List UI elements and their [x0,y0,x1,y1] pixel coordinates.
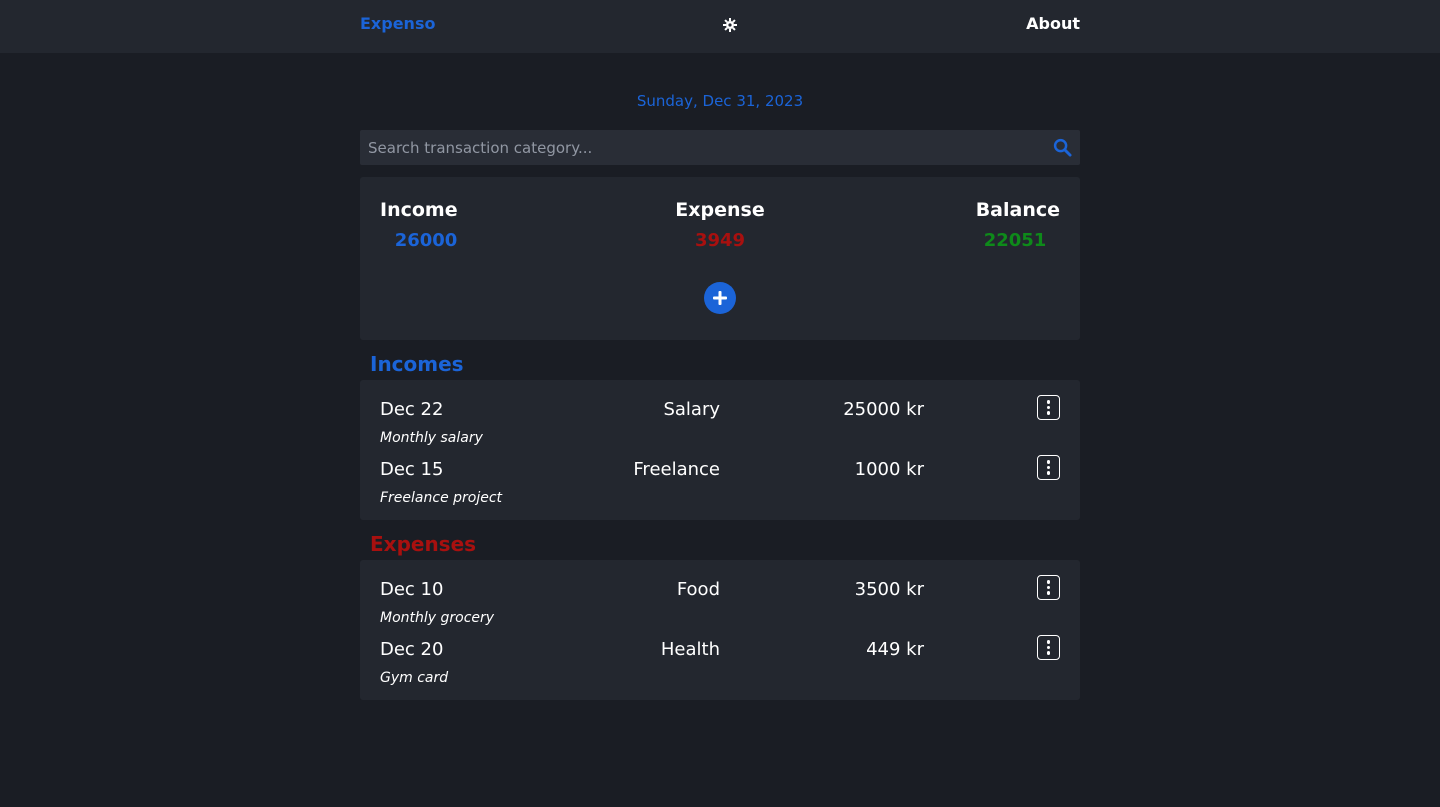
list-item: Dec 10 Food 3500 kr Monthly grocery [360,575,1080,639]
income-label: Income [380,199,458,221]
incomes-list: Dec 22 Salary 25000 kr Monthly salary De… [360,380,1080,520]
transaction-date: Dec 10 [380,579,444,600]
kebab-icon [1046,640,1051,644]
current-date: Sunday, Dec 31, 2023 [636,92,804,110]
transaction-amount: 1000 kr [854,459,924,480]
search-input[interactable] [360,130,1040,165]
theme-toggle-button[interactable] [720,15,740,35]
incomes-heading: Incomes [370,352,464,376]
add-transaction-button[interactable] [704,282,736,314]
about-link[interactable]: About [1026,14,1080,33]
more-options-button[interactable] [1037,455,1060,480]
transaction-note: Freelance project [380,490,503,506]
list-item: Dec 20 Health 449 kr Gym card [360,635,1080,699]
expense-value: 3949 [694,230,746,251]
expenses-heading: Expenses [370,532,477,556]
gear-icon [723,18,737,32]
transaction-amount: 25000 kr [843,399,924,420]
balance-value: 22051 [983,230,1047,251]
transaction-date: Dec 15 [380,459,444,480]
transaction-date: Dec 20 [380,639,444,660]
transaction-note: Gym card [380,670,449,686]
brand-link[interactable]: Expenso [360,14,435,33]
kebab-icon [1046,580,1051,584]
transaction-amount: 449 kr [866,639,924,660]
search-bar [360,130,1080,165]
expenses-list: Dec 10 Food 3500 kr Monthly grocery Dec … [360,560,1080,700]
transaction-category: Freelance [633,459,720,480]
search-icon[interactable] [1053,138,1072,157]
transaction-category: Salary [663,399,720,420]
income-summary: Income 26000 [380,199,472,251]
income-value: 26000 [394,230,458,251]
top-nav: Expenso About [0,0,1440,53]
list-item: Dec 15 Freelance 1000 kr Freelance proje… [360,455,1080,519]
transaction-note: Monthly grocery [380,610,495,626]
list-item: Dec 22 Salary 25000 kr Monthly salary [360,395,1080,459]
plus-icon [713,291,727,305]
expense-summary: Expense 3949 [675,199,765,251]
expense-label: Expense [675,199,765,221]
transaction-note: Monthly salary [380,430,483,446]
kebab-icon [1046,400,1051,404]
more-options-button[interactable] [1037,635,1060,660]
balance-label: Balance [975,199,1060,221]
summary-card: Income 26000 Expense 3949 Balance 22051 [360,177,1080,340]
kebab-icon [1046,460,1051,464]
transaction-category: Health [660,639,720,660]
transaction-amount: 3500 kr [854,579,924,600]
more-options-button[interactable] [1037,395,1060,420]
transaction-category: Food [676,579,720,600]
transaction-date: Dec 22 [380,399,444,420]
balance-summary: Balance 22051 [970,199,1060,251]
more-options-button[interactable] [1037,575,1060,600]
